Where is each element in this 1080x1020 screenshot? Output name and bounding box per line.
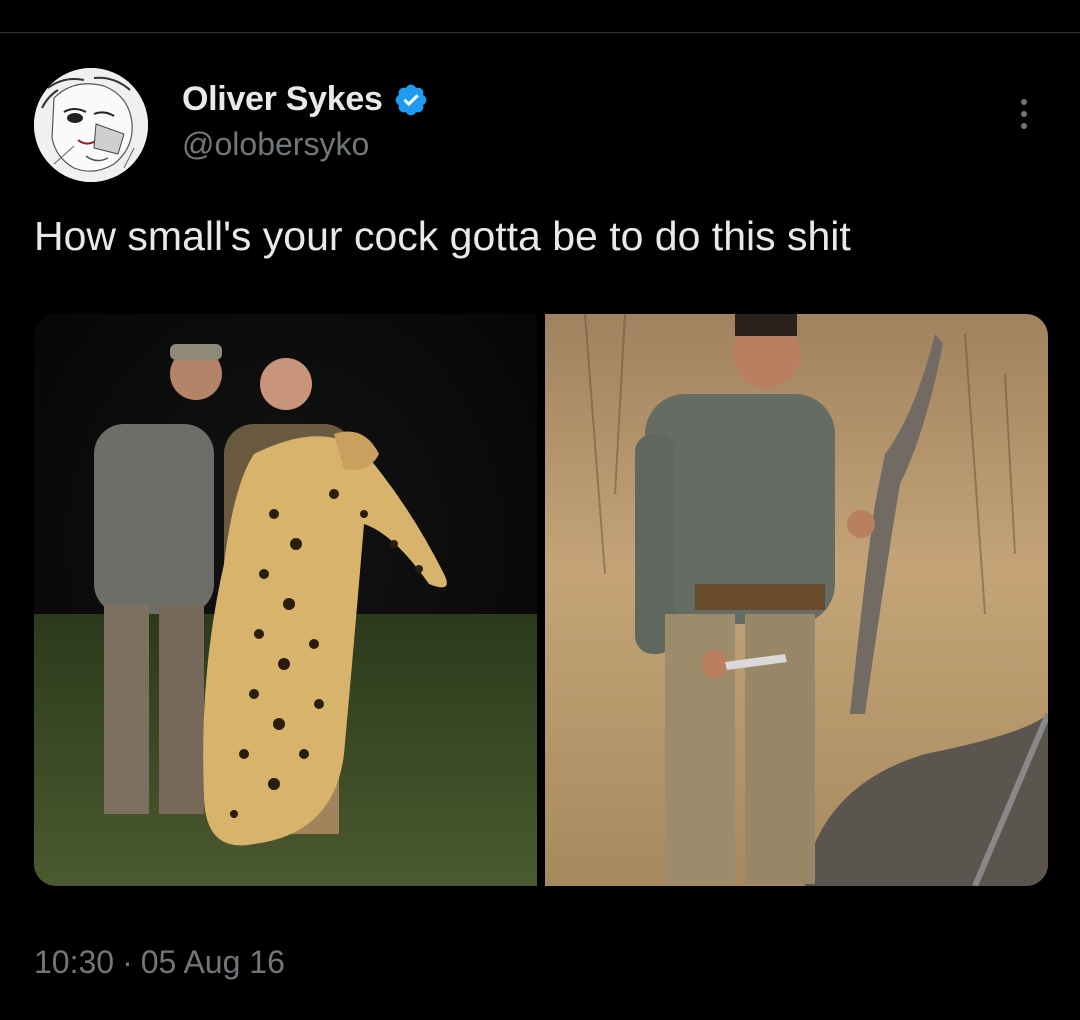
avatar-illustration	[34, 68, 148, 182]
avatar[interactable]	[34, 68, 148, 182]
tweet-time: 10:30	[34, 944, 115, 980]
tweet-text: How small's your cock gotta be to do thi…	[34, 213, 851, 259]
media-photo-2[interactable]	[545, 314, 1048, 886]
author-name-row: Oliver Sykes	[182, 80, 429, 119]
tweet-date: 05 Aug 16	[140, 944, 285, 980]
verified-badge-icon	[393, 82, 429, 118]
timestamp-separator: ·	[122, 944, 133, 980]
more-options-button[interactable]	[1004, 92, 1044, 136]
photo-leopard-hunters-icon	[34, 314, 537, 886]
more-dot-icon	[1021, 99, 1027, 105]
more-dot-icon	[1021, 111, 1027, 117]
media-grid	[34, 314, 1048, 886]
photo-elephant-tail-icon	[545, 314, 1048, 886]
tweet-timestamp[interactable]: 10:30 · 05 Aug 16	[34, 944, 285, 981]
author-handle[interactable]: @olobersyko	[182, 126, 369, 163]
top-divider	[0, 32, 1080, 33]
more-dot-icon	[1021, 123, 1027, 129]
author-display-name[interactable]: Oliver Sykes	[182, 80, 383, 119]
media-photo-1[interactable]	[34, 314, 537, 886]
